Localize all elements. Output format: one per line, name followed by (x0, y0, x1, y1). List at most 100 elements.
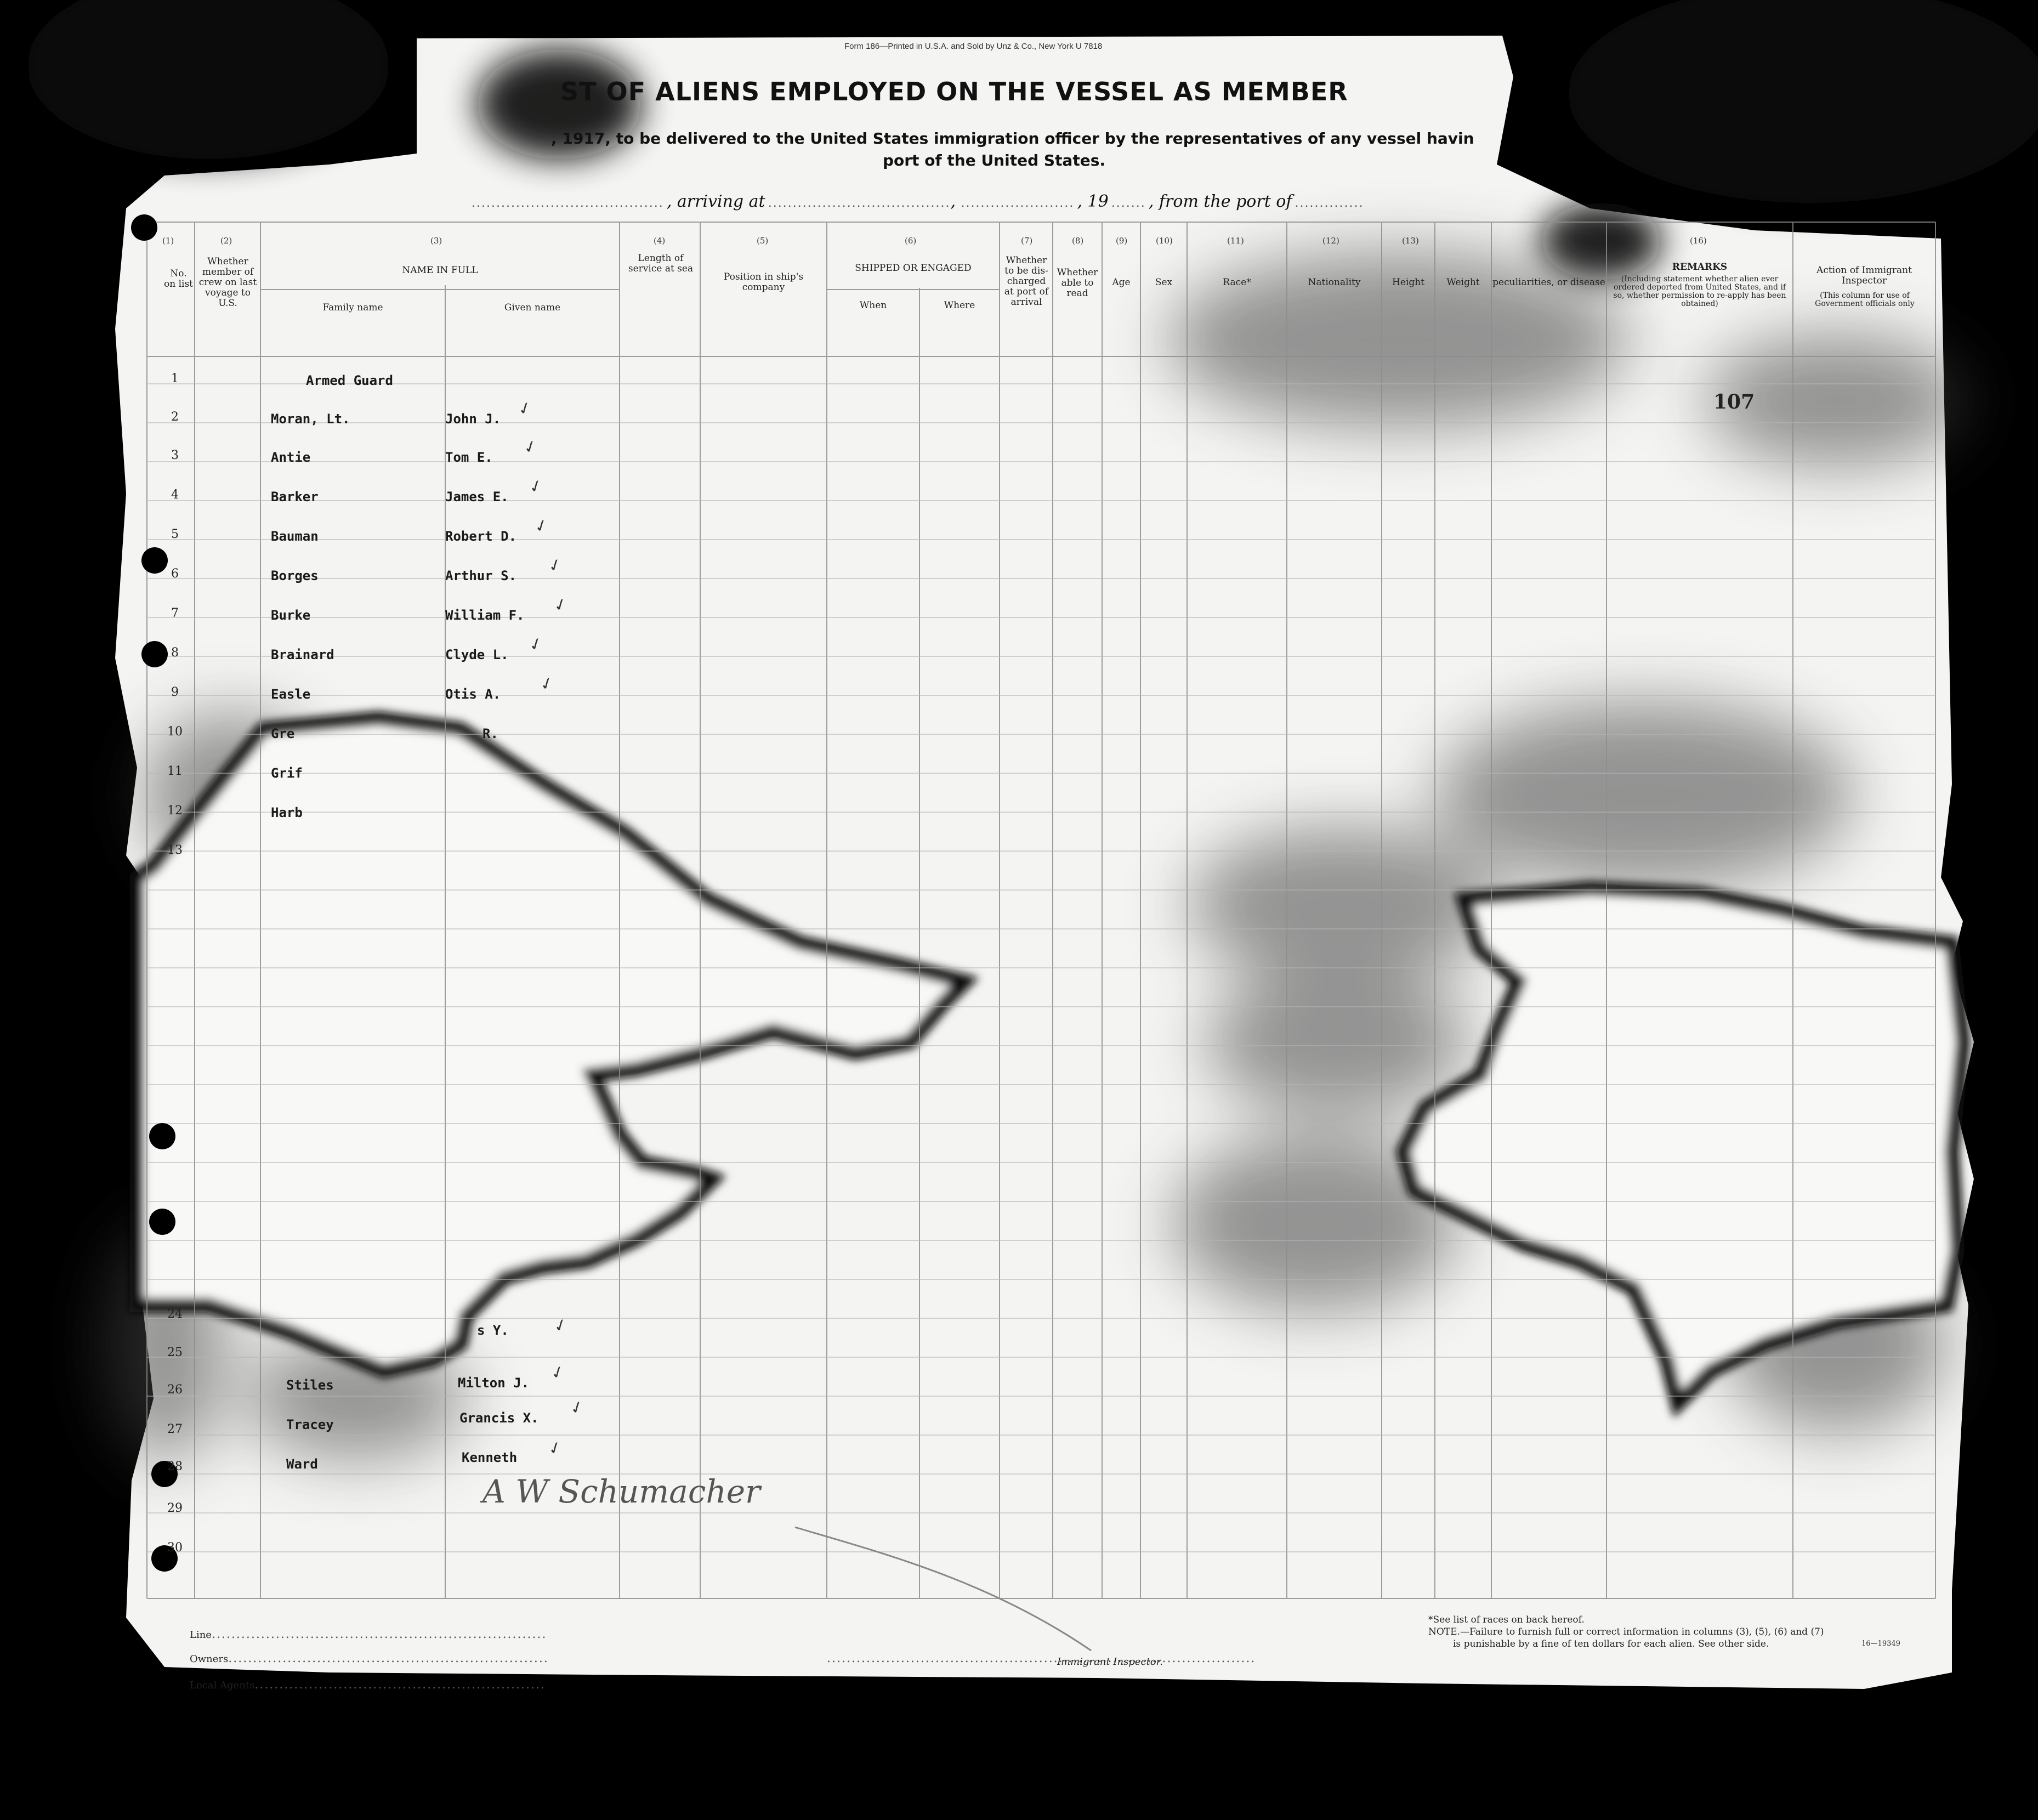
row-number: 10 (167, 725, 183, 739)
row-family-name: Burke (271, 608, 311, 623)
col-num-7: (7) (1021, 236, 1033, 246)
col-num-13: (13) (1402, 236, 1419, 246)
row-given-name: Kenneth (462, 1450, 518, 1465)
hdr-length-of-service: Length of service at sea (628, 253, 694, 274)
footer-local-agents-label: Local Agents............................… (190, 1678, 546, 1692)
footer-owners-label: Owners..................................… (190, 1652, 549, 1665)
row-number: 11 (167, 764, 183, 778)
footer-inspector-label: Immigrant Inspector. (1057, 1656, 1163, 1668)
row-number: 24 (167, 1307, 183, 1321)
hdr-shipped-or-engaged: SHIPPED OR ENGAGED (855, 263, 972, 274)
row-family-name: Gre (271, 726, 295, 741)
row-given-name: Milton J. (458, 1375, 530, 1391)
form-subtitle-1: , 1917, to be delivered to the United St… (551, 129, 1474, 148)
row-family-name: Ward (286, 1456, 318, 1472)
hdr-weight: Weight (1446, 277, 1480, 288)
row-number: 28 (167, 1460, 183, 1473)
row-family-name: Armed Guard (306, 373, 393, 388)
col-num-8: (8) (1072, 236, 1084, 246)
row-family-name: Brainard (271, 647, 334, 662)
hdr-remarks-note: (Including statement whether alien ever … (1613, 275, 1786, 308)
col-num-9: (9) (1116, 236, 1128, 246)
footer-note-1: NOTE.—Failure to furnish full or correct… (1428, 1626, 1824, 1637)
row-number: 12 (167, 804, 183, 818)
footer-line-label: Line....................................… (190, 1628, 547, 1641)
hdr-given-name: Given name (504, 302, 561, 313)
hdr-name-in-full: NAME IN FULL (402, 265, 478, 276)
handwritten-signature: A W Schumacher (482, 1473, 760, 1510)
row-family-name: Borges (271, 568, 319, 583)
hdr-nationality: Nationality (1308, 277, 1361, 288)
hdr-height: Height (1392, 277, 1424, 288)
row-given-name: Tom E. (445, 450, 493, 465)
page-number: 107 (1713, 390, 1755, 413)
hdr-remarks: REMARKS (1672, 262, 1728, 273)
col-num-2: (2) (220, 236, 232, 246)
col-num-1: (1) (162, 236, 174, 246)
row-number: 8 (171, 646, 179, 660)
row-given-name: Otis A. (445, 687, 501, 702)
hdr-able-to-read: Whether able to read (1057, 267, 1098, 299)
arriving-at-label: , arriving at (666, 192, 765, 211)
row-number: 27 (167, 1422, 183, 1436)
col-num-10: (10) (1156, 236, 1173, 246)
footer-races-note: *See list of races on back hereof. (1428, 1614, 1585, 1625)
hdr-peculiarities: peculiarities, or disease (1492, 277, 1605, 288)
from-port-label: , from the port of (1148, 192, 1292, 211)
hdr-race: Race* (1223, 277, 1251, 288)
row-given-name: Clyde L. (445, 647, 509, 662)
row-given-name: James E. (445, 489, 509, 504)
year-label: , 19 (1077, 192, 1109, 211)
col-num-4: (4) (654, 236, 666, 246)
hdr-where: Where (944, 300, 975, 311)
hdr-no-on-list: No. on list (163, 268, 194, 290)
hdr-sex: Sex (1155, 277, 1173, 288)
row-given-name: Robert D. (445, 529, 517, 544)
row-number: 25 (167, 1346, 183, 1359)
footer-form-code: 16—19349 (1861, 1640, 1900, 1648)
footer-inspector-line: ........................................… (827, 1652, 1256, 1665)
hdr-position: Position in ship's company (723, 271, 804, 293)
row-given-name: William F. (445, 608, 525, 623)
printer-line: Form 186—Printed in U.S.A. and Sold by U… (844, 42, 1103, 51)
row-given-name: John J. (445, 411, 501, 427)
row-given-name: R. (482, 726, 498, 741)
row-family-name: Barker (271, 489, 319, 504)
col-num-12: (12) (1322, 236, 1339, 246)
row-family-name: Tracey (286, 1417, 334, 1432)
hdr-age: Age (1112, 277, 1131, 288)
hdr-family-name: Family name (322, 302, 383, 313)
hdr-action-note: (This column for use of Government offic… (1815, 291, 1915, 308)
row-number: 2 (171, 410, 179, 424)
row-number: 6 (171, 567, 179, 581)
col-num-3: (3) (430, 236, 442, 246)
hdr-action: Action of Immigrant Inspector (1816, 265, 1912, 286)
form-subtitle-2: port of the United States. (883, 151, 1105, 169)
form-title: ST OF ALIENS EMPLOYED ON THE VESSEL AS M… (560, 77, 1348, 106)
row-family-name: Bauman (271, 529, 319, 544)
row-family-name: Antie (271, 450, 311, 465)
col-num-6: (6) (905, 236, 917, 246)
row-family-name: Grif (271, 766, 303, 781)
row-number: 30 (167, 1541, 183, 1555)
row-given-name: Grancis X. (459, 1410, 539, 1426)
row-number: 9 (171, 685, 179, 699)
row-family-name: Stiles (286, 1377, 334, 1393)
col-num-16: (16) (1690, 236, 1707, 246)
row-number: 4 (171, 488, 179, 502)
footer-note-2: is punishable by a fine of ten dollars f… (1453, 1638, 1769, 1649)
row-number: 1 (171, 372, 179, 385)
hdr-member-of-crew: Whether member of crew on last voyage to… (198, 256, 257, 309)
row-number: 3 (171, 449, 179, 462)
row-number: 26 (167, 1383, 183, 1397)
row-number: 13 (167, 843, 183, 857)
row-family-name: Moran, Lt. (271, 411, 350, 427)
row-number: 7 (171, 606, 179, 620)
row-number: 29 (167, 1501, 183, 1515)
hdr-discharged: Whether to be dis- charged at port of ar… (1004, 255, 1049, 308)
col-num-11: (11) (1227, 236, 1244, 246)
row-family-name: Easle (271, 687, 311, 702)
row-given-name: s Y. (477, 1323, 509, 1338)
row-number: 5 (171, 528, 179, 541)
row-family-name: Harb (271, 805, 303, 820)
